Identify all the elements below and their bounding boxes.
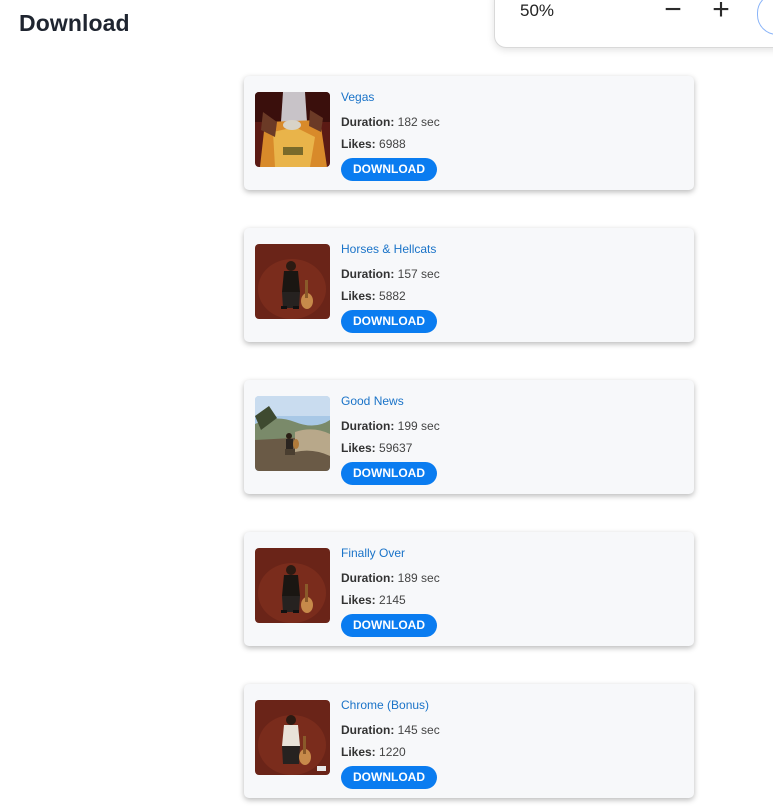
album-cover xyxy=(255,92,330,167)
song-info: Vegas Duration: 182 sec Likes: 6988 DOWN… xyxy=(341,90,440,181)
album-cover xyxy=(255,700,330,775)
duration-row: Duration: 182 sec xyxy=(341,115,440,129)
song-title-link[interactable]: Finally Over xyxy=(341,546,440,560)
duration-value: 189 sec xyxy=(397,571,440,585)
duration-row: Duration: 145 sec xyxy=(341,723,440,737)
likes-row: Likes: 1220 xyxy=(341,745,440,759)
likes-row: Likes: 59637 xyxy=(341,441,440,455)
zoom-popup: 50% − + xyxy=(494,0,773,48)
likes-row: Likes: 2145 xyxy=(341,593,440,607)
song-card: Vegas Duration: 182 sec Likes: 6988 DOWN… xyxy=(244,76,694,190)
song-info: Chrome (Bonus) Duration: 145 sec Likes: … xyxy=(341,698,440,789)
likes-label: Likes: xyxy=(341,593,376,607)
song-card: Good News Duration: 199 sec Likes: 59637… xyxy=(244,380,694,494)
zoom-out-button[interactable]: − xyxy=(658,0,688,25)
download-button[interactable]: DOWNLOAD xyxy=(341,614,437,637)
likes-value: 6988 xyxy=(379,137,406,151)
duration-row: Duration: 157 sec xyxy=(341,267,440,281)
zoom-in-button[interactable]: + xyxy=(706,0,736,25)
duration-value: 199 sec xyxy=(397,419,440,433)
duration-label: Duration: xyxy=(341,419,395,433)
likes-value: 59637 xyxy=(379,441,413,455)
song-info: Good News Duration: 199 sec Likes: 59637… xyxy=(341,394,440,485)
duration-row: Duration: 199 sec xyxy=(341,419,440,433)
duration-label: Duration: xyxy=(341,571,395,585)
zoom-reset-button[interactable] xyxy=(757,0,773,35)
likes-label: Likes: xyxy=(341,137,376,151)
song-card: Horses & Hellcats Duration: 157 sec Like… xyxy=(244,228,694,342)
song-info: Horses & Hellcats Duration: 157 sec Like… xyxy=(341,242,440,333)
song-list: Vegas Duration: 182 sec Likes: 6988 DOWN… xyxy=(244,76,694,806)
song-card: Finally Over Duration: 189 sec Likes: 21… xyxy=(244,532,694,646)
likes-value: 1220 xyxy=(379,745,406,759)
album-cover xyxy=(255,244,330,319)
song-title-link[interactable]: Good News xyxy=(341,394,440,408)
song-info: Finally Over Duration: 189 sec Likes: 21… xyxy=(341,546,440,637)
song-title-link[interactable]: Vegas xyxy=(341,90,440,104)
likes-value: 2145 xyxy=(379,593,406,607)
duration-value: 182 sec xyxy=(397,115,440,129)
song-title-link[interactable]: Horses & Hellcats xyxy=(341,242,440,256)
zoom-level: 50% xyxy=(520,1,555,20)
download-button[interactable]: DOWNLOAD xyxy=(341,310,437,333)
likes-label: Likes: xyxy=(341,441,376,455)
download-button[interactable]: DOWNLOAD xyxy=(341,462,437,485)
likes-row: Likes: 5882 xyxy=(341,289,440,303)
likes-row: Likes: 6988 xyxy=(341,137,440,151)
duration-label: Duration: xyxy=(341,267,395,281)
album-cover xyxy=(255,548,330,623)
page-title: Download xyxy=(19,10,130,36)
likes-label: Likes: xyxy=(341,745,376,759)
duration-value: 145 sec xyxy=(397,723,440,737)
duration-label: Duration: xyxy=(341,723,395,737)
likes-label: Likes: xyxy=(341,289,376,303)
download-button[interactable]: DOWNLOAD xyxy=(341,766,437,789)
duration-row: Duration: 189 sec xyxy=(341,571,440,585)
duration-label: Duration: xyxy=(341,115,395,129)
song-title-link[interactable]: Chrome (Bonus) xyxy=(341,698,440,712)
download-button[interactable]: DOWNLOAD xyxy=(341,158,437,181)
album-cover xyxy=(255,396,330,471)
duration-value: 157 sec xyxy=(397,267,440,281)
song-card: Chrome (Bonus) Duration: 145 sec Likes: … xyxy=(244,684,694,798)
likes-value: 5882 xyxy=(379,289,406,303)
